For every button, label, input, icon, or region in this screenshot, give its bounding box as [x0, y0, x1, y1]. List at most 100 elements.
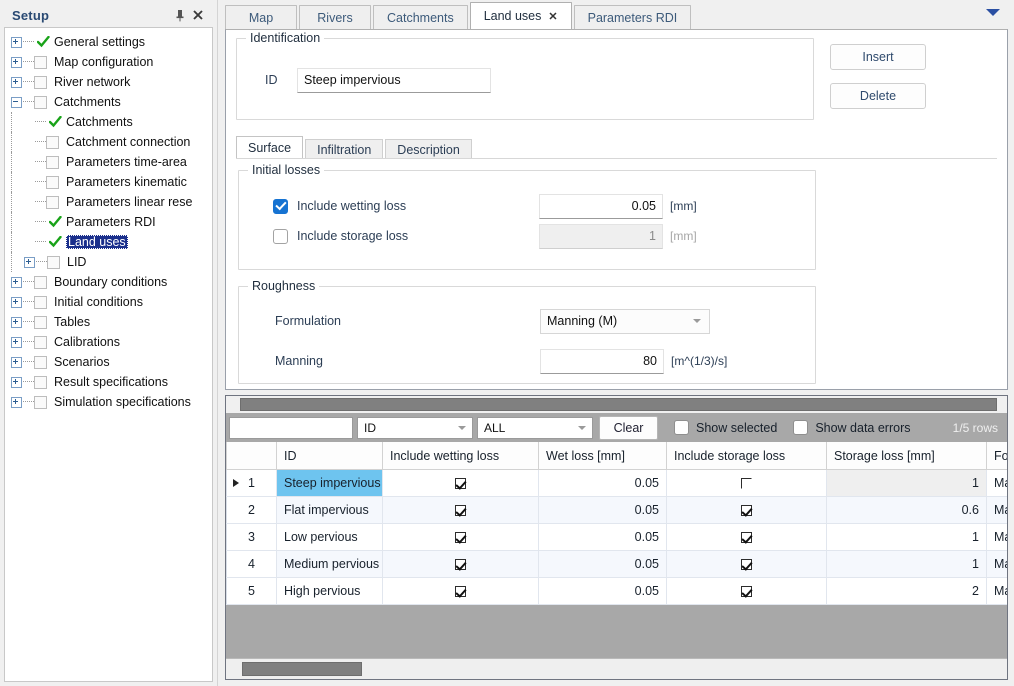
tree-item-catchments[interactable]: Catchments	[5, 92, 212, 112]
cell-wet-loss[interactable]: 0.05	[538, 469, 667, 497]
tree-item-catchments[interactable]: Catchments	[5, 112, 212, 132]
cell-include-wetting-loss[interactable]	[382, 577, 539, 605]
expander-plus-icon[interactable]	[11, 276, 22, 288]
expander-minus-icon[interactable]	[11, 96, 22, 108]
subtab-description[interactable]: Description	[385, 139, 472, 159]
cell-formulation[interactable]: Man	[986, 496, 1007, 524]
tab-catchments[interactable]: Catchments	[373, 5, 468, 29]
delete-button[interactable]: Delete	[830, 83, 926, 109]
cell-formulation[interactable]: Man	[986, 523, 1007, 551]
cell-include-storage-loss[interactable]	[666, 469, 827, 497]
include-storage-loss-checkbox[interactable]	[273, 228, 288, 244]
cell-storage-loss[interactable]: 1	[826, 523, 987, 551]
tree-item-parameters-rdi[interactable]: Parameters RDI	[5, 212, 212, 232]
expander-plus-icon[interactable]	[24, 256, 35, 268]
expander-plus-icon[interactable]	[11, 396, 22, 408]
cell-id[interactable]: Medium pervious	[276, 550, 383, 578]
subtab-surface[interactable]: Surface	[236, 136, 304, 159]
manning-input[interactable]: 80	[540, 348, 664, 374]
tab-rivers[interactable]: Rivers	[299, 5, 371, 29]
tab-land-uses[interactable]: Land uses ✕	[469, 2, 572, 29]
tree-item-river-network[interactable]: River network	[5, 72, 212, 92]
sub-tab-bar[interactable]: Surface Infiltration Description	[236, 136, 1007, 159]
tree-item-result-specifications[interactable]: Result specifications	[5, 372, 212, 392]
column-header-storage-loss-mm[interactable]: Storage loss [mm]	[826, 442, 987, 470]
row-number-cell[interactable]: 3	[226, 523, 277, 551]
column-header-for[interactable]: For	[986, 442, 1007, 470]
cell-wet-loss[interactable]: 0.05	[538, 496, 667, 524]
cell-checkbox-checked[interactable]	[741, 559, 752, 571]
show-data-errors-checkbox[interactable]	[793, 420, 809, 435]
column-header-include-wetting-loss[interactable]: Include wetting loss	[382, 442, 539, 470]
cell-include-storage-loss[interactable]	[666, 523, 827, 551]
cell-storage-loss[interactable]: 1	[826, 550, 987, 578]
insert-button[interactable]: Insert	[830, 44, 926, 70]
tree-item-map-configuration[interactable]: Map configuration	[5, 52, 212, 72]
expander-plus-icon[interactable]	[11, 36, 22, 48]
table-row[interactable]: 1Steep impervious0.051Man	[226, 469, 1007, 497]
land-uses-table[interactable]: ID Include wetting loss Wet loss [mm] Inclu…	[226, 442, 1007, 605]
tree-item-general-settings[interactable]: General settings	[5, 32, 212, 52]
cell-include-storage-loss[interactable]	[666, 577, 827, 605]
tree-item-catchment-connection[interactable]: Catchment connection	[5, 132, 212, 152]
cell-include-storage-loss[interactable]	[666, 496, 827, 524]
tree-item-initial-conditions[interactable]: Initial conditions	[5, 292, 212, 312]
search-input[interactable]	[229, 416, 353, 439]
setup-tree[interactable]: General settings Map configuration River n…	[4, 27, 213, 682]
row-number-cell[interactable]: 5	[226, 577, 277, 605]
table-container[interactable]: ID Include wetting loss Wet loss [mm] Inclu…	[226, 442, 1007, 658]
show-data-errors-checkbox-group[interactable]: Show data errors	[793, 420, 911, 435]
cell-include-wetting-loss[interactable]	[382, 496, 539, 524]
table-row[interactable]: 3 Low pervious 0.05 1Man	[226, 523, 1007, 551]
filter-field-select[interactable]: ID	[357, 416, 473, 439]
cell-id[interactable]: High pervious	[276, 577, 383, 605]
expander-plus-icon[interactable]	[11, 376, 22, 388]
cell-wet-loss[interactable]: 0.05	[538, 550, 667, 578]
column-header-id[interactable]: ID	[276, 442, 383, 470]
tree-item-simulation-specifications[interactable]: Simulation specifications	[5, 392, 212, 412]
cell-include-wetting-loss[interactable]	[382, 550, 539, 578]
formulation-select[interactable]: Manning (M)	[540, 308, 710, 334]
cell-include-wetting-loss[interactable]	[382, 469, 539, 497]
scrollbar-thumb[interactable]	[242, 662, 362, 676]
subtab-infiltration[interactable]: Infiltration	[305, 139, 384, 159]
cell-checkbox-checked[interactable]	[741, 532, 752, 544]
expander-plus-icon[interactable]	[11, 356, 22, 368]
tree-item-calibrations[interactable]: Calibrations	[5, 332, 212, 352]
tree-item-tables[interactable]: Tables	[5, 312, 212, 332]
tree-item-boundary-conditions[interactable]: Boundary conditions	[5, 272, 212, 292]
cell-id[interactable]: Flat impervious	[276, 496, 383, 524]
cell-wet-loss[interactable]: 0.05	[538, 523, 667, 551]
wetting-loss-input[interactable]: 0.05	[539, 193, 663, 219]
expander-plus-icon[interactable]	[11, 76, 22, 88]
cell-checkbox-unchecked[interactable]	[741, 478, 752, 490]
table-body[interactable]: 1Steep impervious0.051Man2Flat imperviou…	[226, 469, 1007, 605]
close-icon[interactable]	[189, 6, 207, 24]
cell-formulation[interactable]: Man	[986, 550, 1007, 578]
row-number-cell[interactable]: 2	[226, 496, 277, 524]
tab-map[interactable]: Map	[225, 5, 297, 29]
show-selected-checkbox-group[interactable]: Show selected	[674, 420, 777, 435]
include-wetting-loss-checkbox[interactable]	[273, 198, 288, 214]
tab-parameters-rdi[interactable]: Parameters RDI	[573, 5, 692, 29]
show-selected-checkbox[interactable]	[674, 420, 689, 435]
row-number-cell[interactable]: 1	[226, 469, 277, 497]
tree-item-lid[interactable]: LID	[5, 252, 212, 272]
table-horizontal-scrollbar[interactable]	[226, 658, 1007, 679]
table-row[interactable]: 4 Medium pervious 0.05 1Man	[226, 550, 1007, 578]
clear-button[interactable]: Clear	[599, 415, 658, 440]
row-number-cell[interactable]: 4	[226, 550, 277, 578]
chevron-down-icon[interactable]	[986, 9, 1000, 16]
cell-storage-loss[interactable]: 2	[826, 577, 987, 605]
cell-checkbox-checked[interactable]	[455, 478, 466, 490]
column-header-include-storage-loss[interactable]: Include storage loss	[666, 442, 827, 470]
expander-plus-icon[interactable]	[11, 336, 22, 348]
cell-id[interactable]: Low pervious	[276, 523, 383, 551]
cell-include-storage-loss[interactable]	[666, 550, 827, 578]
cell-checkbox-checked[interactable]	[741, 505, 752, 517]
pin-icon[interactable]	[171, 6, 189, 24]
scrollbar-thumb[interactable]	[240, 398, 997, 411]
tree-item-parameters-kinematic[interactable]: Parameters kinematic	[5, 172, 212, 192]
cell-storage-loss[interactable]: 1	[826, 469, 987, 497]
tree-item-parameters-linear-rese[interactable]: Parameters linear rese	[5, 192, 212, 212]
